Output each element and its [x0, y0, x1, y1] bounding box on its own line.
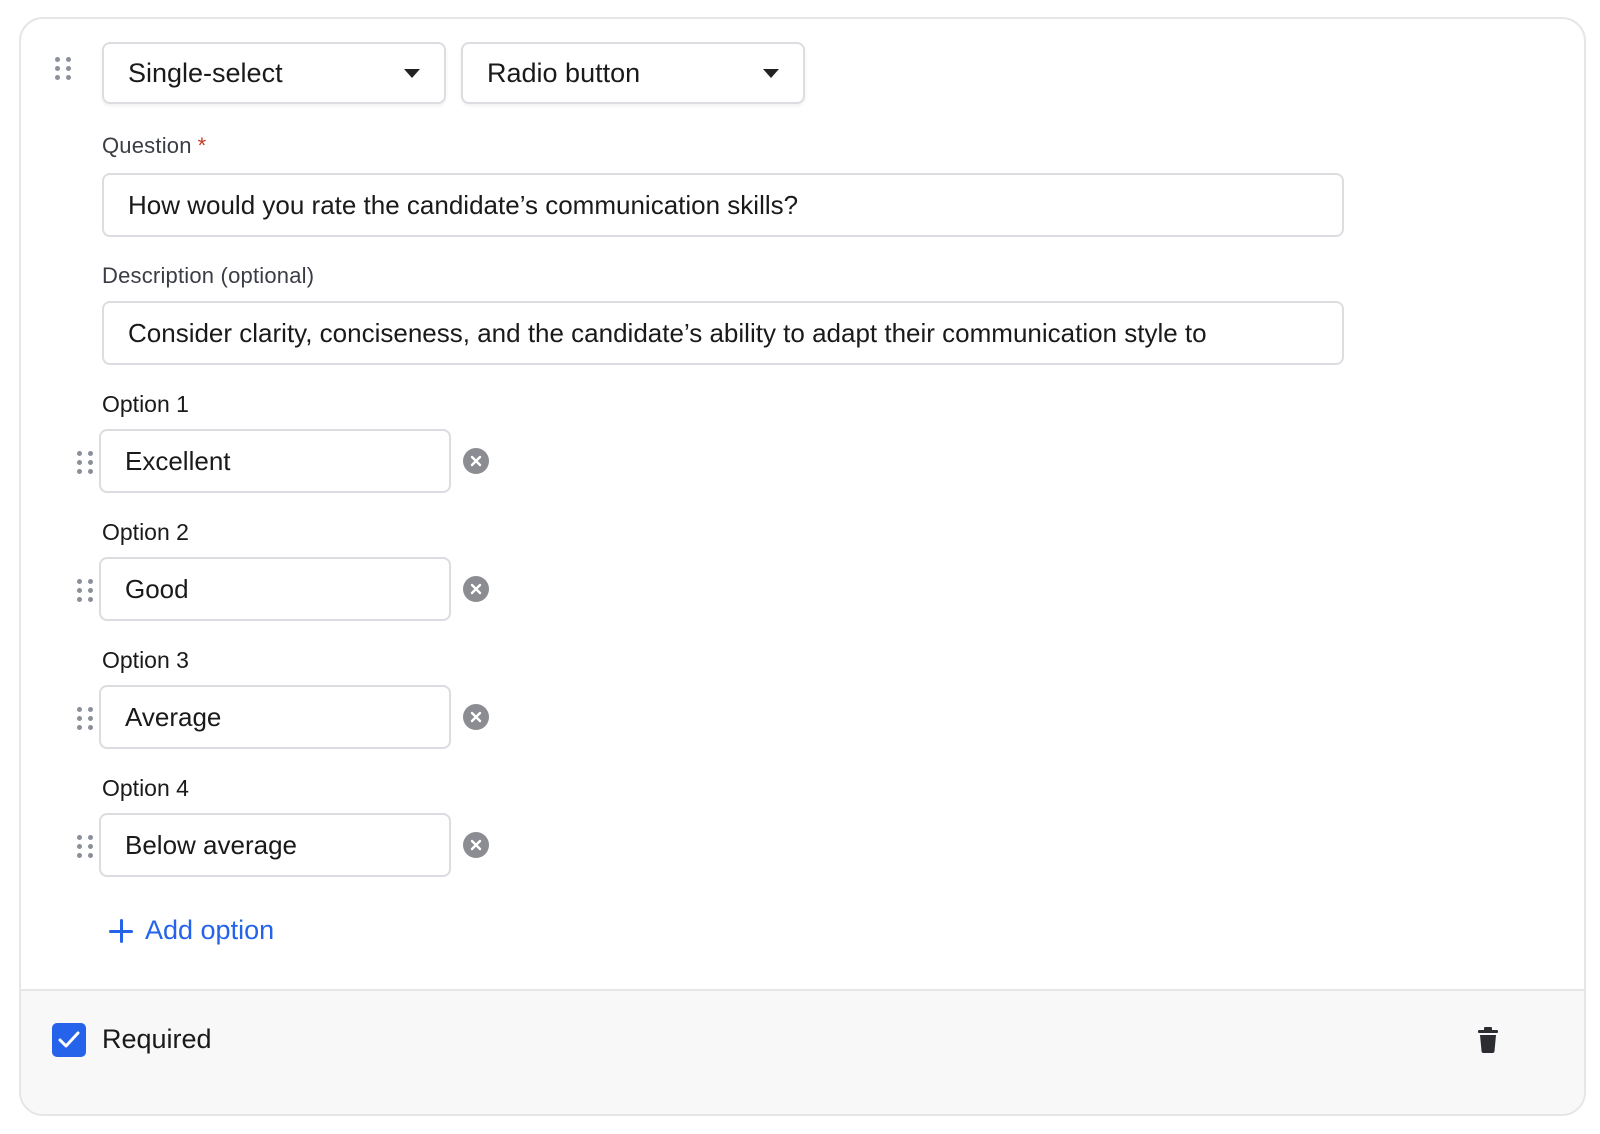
question-input-value: How would you rate the candidate’s commu…	[128, 189, 799, 220]
remove-option-icon[interactable]	[463, 576, 489, 602]
drag-handle-icon[interactable]	[55, 57, 72, 80]
option-input[interactable]: Excellent	[99, 429, 451, 493]
chevron-down-icon	[404, 68, 420, 78]
chevron-down-icon	[763, 68, 779, 78]
question-footer: Required	[21, 989, 1584, 1114]
answer-style-value: Radio button	[487, 57, 641, 88]
option-label: Option 3	[102, 647, 189, 673]
required-asterisk: *	[197, 133, 207, 158]
option-input[interactable]: Below average	[99, 813, 451, 877]
answer-style-select[interactable]: Radio button	[461, 42, 805, 104]
remove-option-icon[interactable]	[463, 448, 489, 474]
description-input-value: Consider clarity, conciseness, and the c…	[128, 317, 1207, 348]
option-input-value: Below average	[125, 829, 297, 860]
description-input[interactable]: Consider clarity, conciseness, and the c…	[102, 301, 1344, 365]
option-drag-handle-icon[interactable]	[77, 451, 94, 474]
description-label: Description (optional)	[102, 263, 315, 288]
option-input-value: Average	[125, 701, 222, 732]
question-type-select[interactable]: Single-select	[102, 42, 446, 104]
question-label-text: Question	[102, 133, 192, 158]
option-drag-handle-icon[interactable]	[77, 835, 94, 858]
option-input-value: Excellent	[125, 445, 231, 476]
trash-icon[interactable]	[1478, 1027, 1498, 1058]
option-drag-handle-icon[interactable]	[77, 707, 94, 730]
option-label: Option 2	[102, 519, 189, 545]
option-input-value: Good	[125, 573, 189, 604]
option-input[interactable]: Good	[99, 557, 451, 621]
question-type-value: Single-select	[128, 57, 283, 88]
option-input[interactable]: Average	[99, 685, 451, 749]
add-option-label: Add option	[145, 915, 275, 945]
required-label: Required	[102, 1024, 212, 1054]
option-label: Option 4	[102, 775, 189, 801]
remove-option-icon[interactable]	[463, 832, 489, 858]
add-option-button[interactable]: Add option	[109, 915, 274, 946]
required-checkbox[interactable]	[52, 1023, 86, 1057]
question-card: Single-select Radio button Question * How…	[19, 17, 1586, 1116]
question-input[interactable]: How would you rate the candidate’s commu…	[102, 173, 1344, 237]
question-label: Question *	[102, 133, 206, 159]
option-drag-handle-icon[interactable]	[77, 579, 94, 602]
plus-icon	[109, 918, 133, 943]
remove-option-icon[interactable]	[463, 704, 489, 730]
option-label: Option 1	[102, 391, 189, 417]
